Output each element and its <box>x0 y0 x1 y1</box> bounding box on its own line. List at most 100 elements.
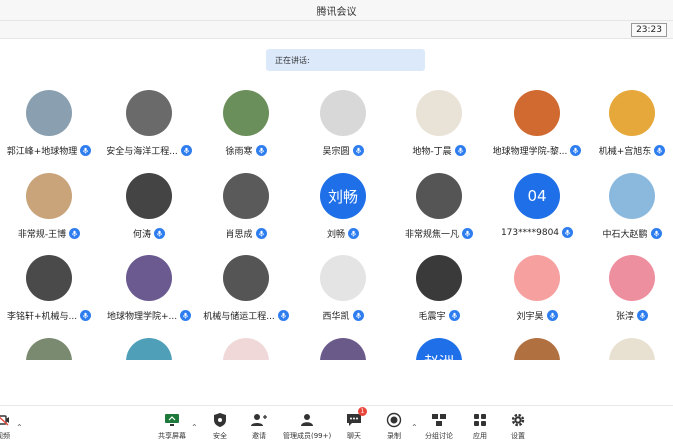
breakout-rooms-label: 分组讨论 <box>425 432 453 440</box>
top-info-bar: 23:23 <box>0 21 673 39</box>
participant-tile[interactable]: 毛震宇 <box>389 255 489 331</box>
participant-tile[interactable] <box>293 338 393 360</box>
participant-grid: 郭江峰+地球物理 安全与海洋工程... 徐雨寒 吴宗圆 地物-丁晨 地球物理学院-黎...… <box>0 90 673 360</box>
participant-tile[interactable] <box>0 338 99 360</box>
participant-name: 地球物理学院+... <box>106 312 178 322</box>
avatar <box>609 90 655 136</box>
participant-tile[interactable]: 非常规-王博 <box>0 173 99 249</box>
participant-name: 地球物理学院-黎... <box>492 147 568 157</box>
participant-tile[interactable] <box>99 338 199 360</box>
participant-tile[interactable]: 非常规焦一凡 <box>389 173 489 249</box>
window-title: 腾讯会议 <box>316 6 357 18</box>
avatar <box>223 338 269 360</box>
invite-button[interactable]: 邀请 <box>250 411 268 443</box>
participant-name: 西华凯 <box>322 312 350 322</box>
avatar <box>126 255 172 301</box>
participant-name: 刘畅 <box>326 230 345 240</box>
microphone-icon <box>352 310 364 321</box>
microphone-icon <box>352 145 364 156</box>
record-options-chevron-icon[interactable]: ⌃ <box>411 423 418 432</box>
record-button[interactable]: 录制 <box>385 411 403 443</box>
participant-name: 李铭轩+机械与... <box>6 312 78 322</box>
chat-label: 聊天 <box>347 432 361 440</box>
participant-name: 吴宗圆 <box>322 147 350 157</box>
participant-tile[interactable]: 李铭轩+机械与... <box>0 255 99 331</box>
participant-tile[interactable] <box>582 338 673 360</box>
record-label: 录制 <box>387 432 401 440</box>
microphone-icon <box>448 310 460 321</box>
avatar <box>609 255 655 301</box>
gear-icon <box>509 411 527 429</box>
participant-name: 地物-丁晨 <box>412 147 452 157</box>
security-button[interactable]: 安全 <box>211 411 229 443</box>
avatar: 赵洲 <box>416 338 462 360</box>
record-icon <box>385 411 403 429</box>
participant-tile[interactable]: 地物-丁晨 <box>389 90 489 166</box>
share-screen-button[interactable]: 共享屏幕 <box>158 411 186 443</box>
chat-button[interactable]: 1 聊天 <box>345 407 367 443</box>
share-options-chevron-icon[interactable]: ⌃ <box>191 423 198 432</box>
participant-name: 徐雨寒 <box>225 147 253 157</box>
manage-members-button[interactable]: 管理成员(99+) <box>283 411 331 443</box>
participant-tile[interactable]: 机械+宫旭东 <box>582 90 673 166</box>
video-label: 视频 <box>0 432 10 440</box>
speaking-indicator: 正在讲话: <box>266 49 425 71</box>
apps-label: 应用 <box>473 432 487 440</box>
participant-name: 何涛 <box>132 230 151 240</box>
video-button[interactable]: 视频 <box>0 411 12 443</box>
avatar <box>126 173 172 219</box>
participant-tile[interactable] <box>487 338 587 360</box>
avatar <box>320 338 366 360</box>
microphone-icon <box>637 310 648 321</box>
avatar <box>223 255 269 301</box>
participant-name: 非常规-王博 <box>17 230 67 240</box>
participant-name-row: 机械+宫旭东 <box>570 144 673 157</box>
avatar <box>609 173 655 219</box>
microphone-icon <box>69 228 81 239</box>
avatar <box>609 338 655 360</box>
microphone-icon <box>255 145 267 156</box>
microphone-icon <box>546 310 558 321</box>
participant-tile[interactable]: 张淳 <box>582 255 673 331</box>
avatar <box>320 90 366 136</box>
chat-unread-badge: 1 <box>358 407 367 416</box>
chat-icon: 1 <box>345 407 367 429</box>
speaking-label: 正在讲话: <box>275 55 310 65</box>
participant-tile[interactable]: 赵洲 <box>389 338 489 360</box>
avatar <box>514 255 560 301</box>
participant-name: 肖思成 <box>225 230 253 240</box>
breakout-rooms-icon <box>430 411 448 429</box>
invite-label: 邀请 <box>252 432 266 440</box>
manage-members-label: 管理成员(99+) <box>283 432 332 440</box>
security-label: 安全 <box>213 432 227 440</box>
apps-button[interactable]: 应用 <box>471 411 489 443</box>
share-screen-icon <box>163 411 181 429</box>
microphone-icon <box>348 228 359 239</box>
settings-button[interactable]: 设置 <box>509 411 527 443</box>
shield-icon <box>211 411 229 429</box>
apps-icon <box>471 411 489 429</box>
avatar <box>26 338 72 360</box>
participant-tile[interactable]: 中石大赵鹏 <box>582 173 673 249</box>
participant-name: 中石大赵鹏 <box>602 230 648 240</box>
microphone-icon <box>654 145 666 156</box>
avatar <box>126 338 172 360</box>
participant-name: 刘宇昊 <box>516 312 544 322</box>
avatar <box>26 173 72 219</box>
video-options-chevron-icon[interactable]: ⌃ <box>16 423 23 432</box>
microphone-icon <box>154 228 165 239</box>
participant-tile[interactable] <box>196 338 296 360</box>
meeting-toolbar: 视频 ⌃ 共享屏幕 ⌃ 安全 邀请 管理成员(99+) 1 聊天 <box>0 405 673 444</box>
avatar <box>416 90 462 136</box>
video-icon <box>0 411 12 429</box>
participant-name-row: 中石大赵鹏 <box>570 227 673 240</box>
members-icon <box>298 411 316 429</box>
avatar <box>126 90 172 136</box>
settings-label: 设置 <box>511 432 525 440</box>
breakout-rooms-button[interactable]: 分组讨论 <box>425 411 453 443</box>
participant-name: 非常规焦一凡 <box>404 230 459 240</box>
participant-tile[interactable]: 郭江峰+地球物理 <box>0 90 99 166</box>
microphone-icon <box>462 228 473 239</box>
avatar <box>514 90 560 136</box>
avatar: 04 <box>514 173 560 219</box>
